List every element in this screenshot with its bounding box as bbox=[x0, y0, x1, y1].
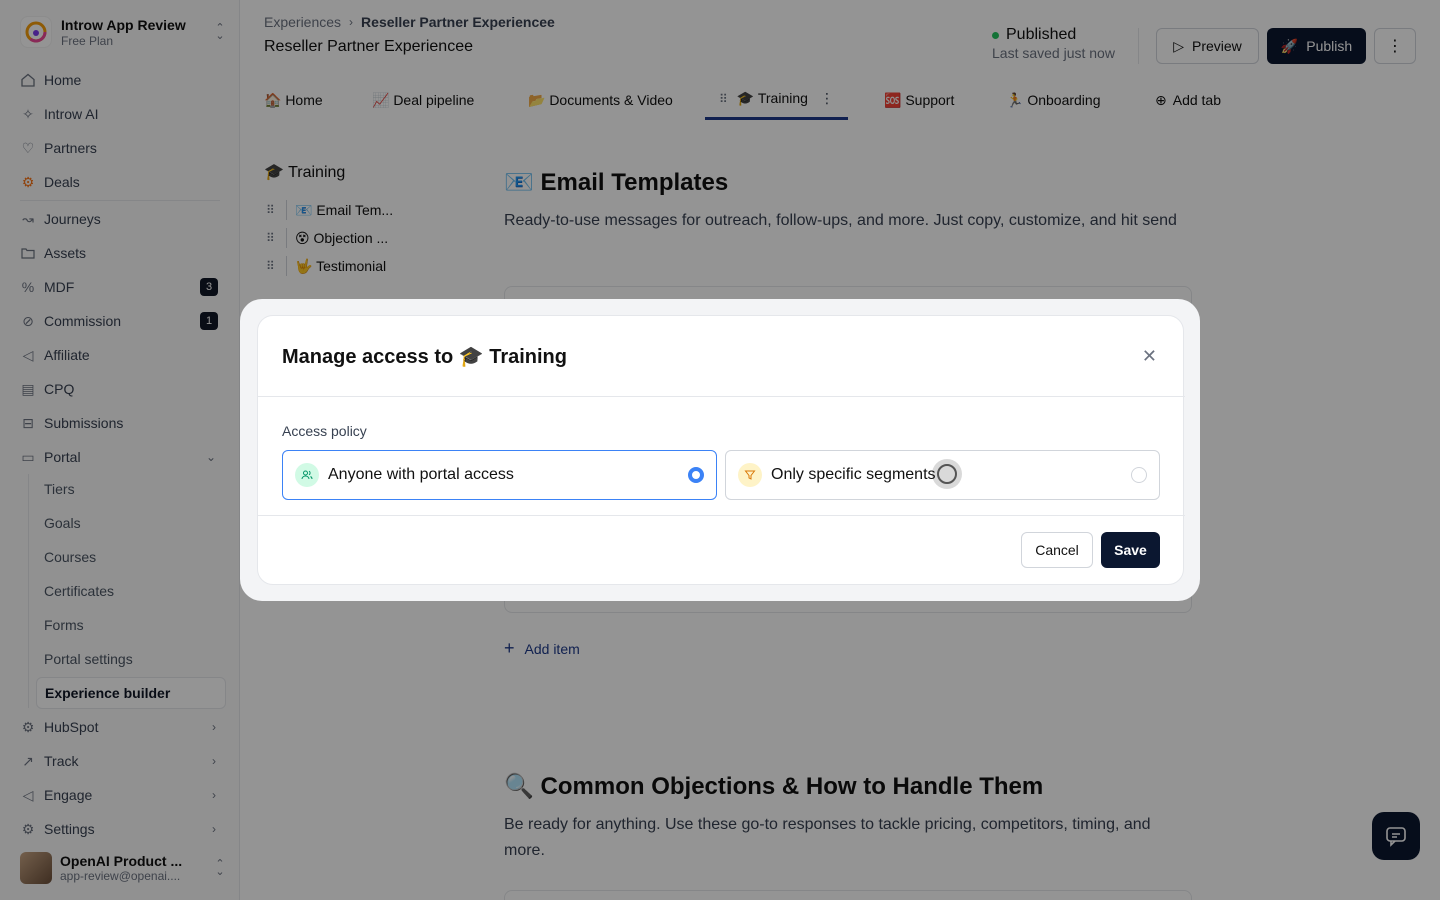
option-label: Only specific segments bbox=[771, 466, 936, 483]
cancel-button[interactable]: Cancel bbox=[1021, 532, 1093, 568]
radio-unselected[interactable] bbox=[1131, 467, 1147, 483]
access-policy-label: Access policy bbox=[282, 423, 367, 439]
close-icon[interactable]: ✕ bbox=[1142, 346, 1157, 367]
option-anyone-with-portal-access[interactable]: Anyone with portal access bbox=[282, 450, 717, 500]
option-label: Anyone with portal access bbox=[328, 466, 514, 483]
radio-selected[interactable] bbox=[688, 467, 704, 483]
cursor-indicator bbox=[932, 459, 962, 489]
divider bbox=[258, 515, 1185, 516]
users-icon bbox=[295, 463, 319, 487]
save-button[interactable]: Save bbox=[1101, 532, 1160, 568]
divider bbox=[258, 396, 1185, 397]
filter-icon bbox=[738, 463, 762, 487]
manage-access-dialog: Manage access to 🎓 Training ✕ Access pol… bbox=[257, 315, 1185, 585]
dialog-title: Manage access to 🎓 Training bbox=[282, 346, 567, 368]
